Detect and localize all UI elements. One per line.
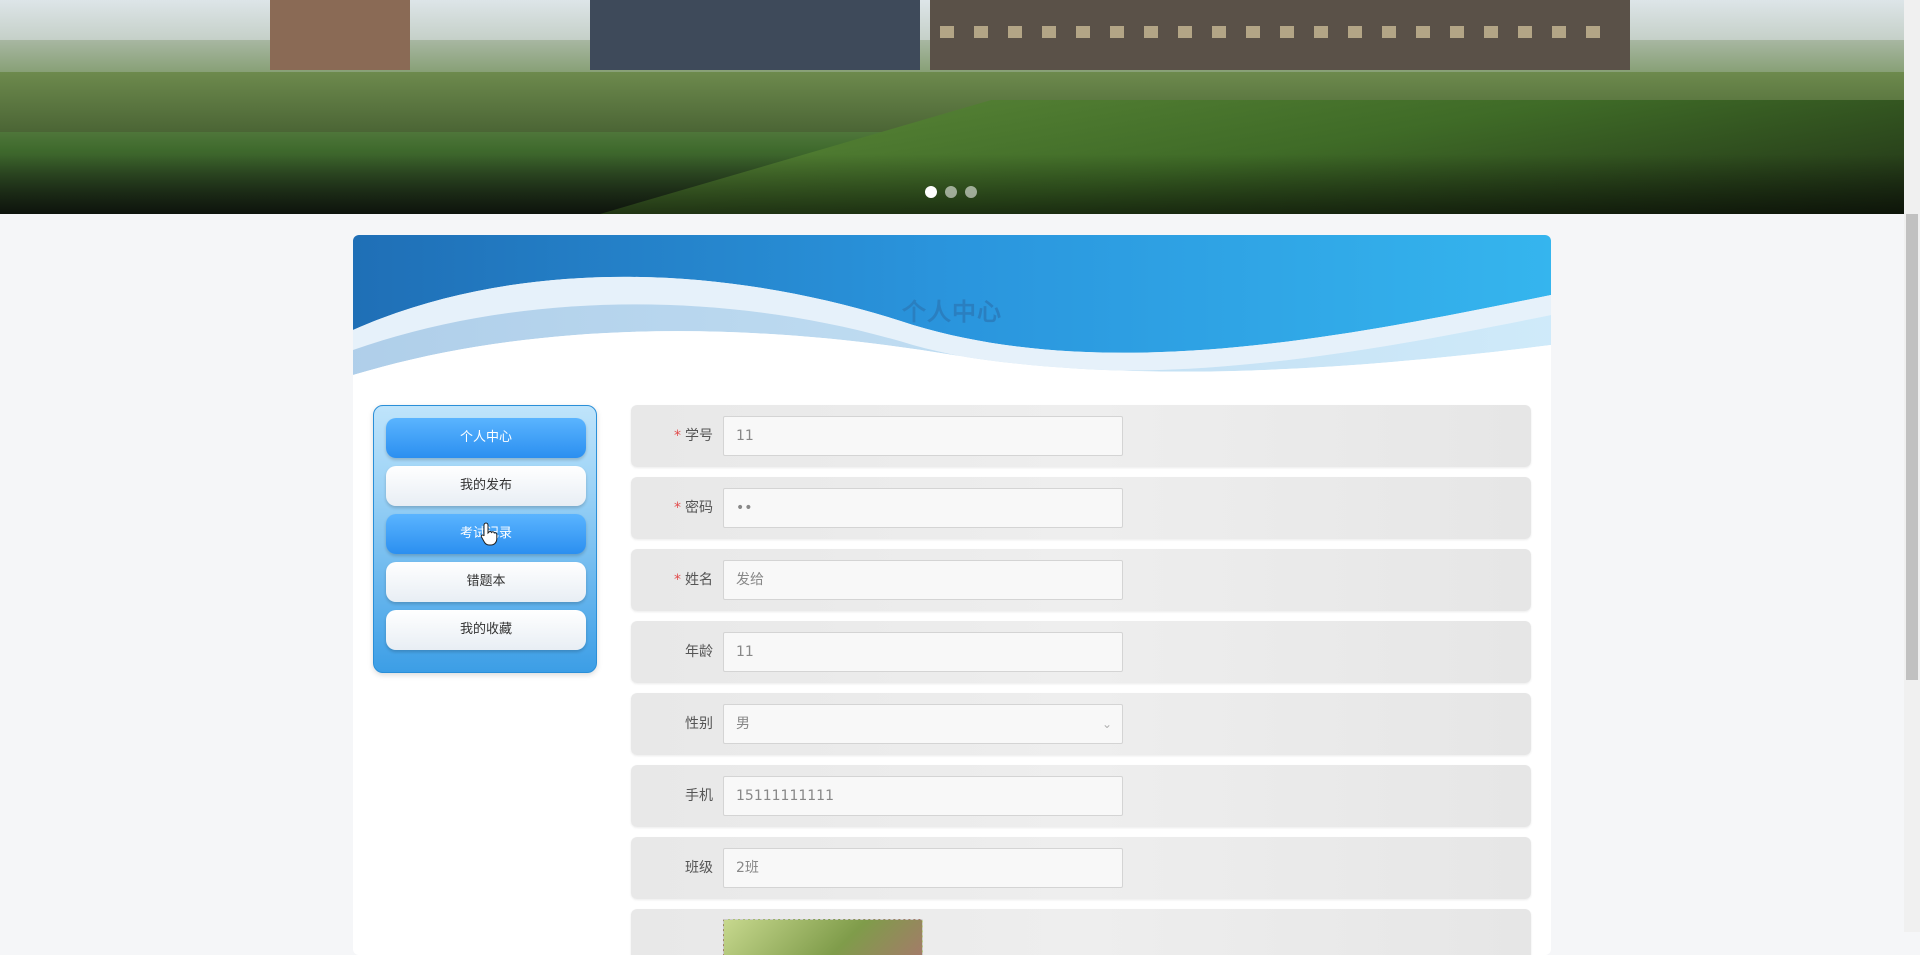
menu-item-wrong-questions[interactable]: 错题本 bbox=[386, 562, 586, 602]
menu-item-my-posts[interactable]: 我的发布 bbox=[386, 466, 586, 506]
student-id-input[interactable]: 11 bbox=[723, 416, 1123, 456]
age-input[interactable]: 11 bbox=[723, 632, 1123, 672]
age-label: 年龄 bbox=[685, 644, 713, 660]
profile-card: 个人中心 个人中心 我的发布 考试记录 错题本 我的收藏 *学号 11 *密码 … bbox=[353, 235, 1551, 955]
phone-label: 手机 bbox=[685, 788, 713, 804]
form-row-name: * 姓名 发给 bbox=[631, 549, 1531, 611]
menu-item-favorites[interactable]: 我的收藏 bbox=[386, 610, 586, 650]
form-row-avatar bbox=[631, 909, 1531, 955]
page-title: 个人中心 bbox=[902, 298, 1002, 326]
carousel-dot-3[interactable] bbox=[965, 186, 977, 198]
name-input[interactable]: 发给 bbox=[723, 560, 1123, 600]
form-row-phone: 手机 15111111111 bbox=[631, 765, 1531, 827]
avatar-image[interactable] bbox=[723, 919, 923, 955]
class-input[interactable]: 2班 bbox=[723, 848, 1123, 888]
name-label: * 姓名 bbox=[674, 572, 713, 588]
gender-select[interactable]: 男 ⌄ bbox=[723, 704, 1123, 744]
student-id-label: * 学号 bbox=[674, 428, 713, 444]
banner-carousel[interactable] bbox=[0, 0, 1904, 214]
password-label: * 密码 bbox=[674, 500, 713, 516]
banner-windows bbox=[940, 26, 1620, 38]
gender-selected-value: 男 bbox=[736, 716, 750, 732]
password-input[interactable]: •• bbox=[723, 488, 1123, 528]
class-label: 班级 bbox=[685, 860, 713, 876]
banner-shade bbox=[0, 154, 1904, 214]
form-row-age: 年龄 11 bbox=[631, 621, 1531, 683]
required-mark: * bbox=[674, 428, 681, 444]
form-row-class: 班级 2班 bbox=[631, 837, 1531, 899]
carousel-dot-2[interactable] bbox=[945, 186, 957, 198]
carousel-indicators bbox=[925, 186, 977, 198]
required-mark: * bbox=[674, 500, 681, 516]
menu-item-profile[interactable]: 个人中心 bbox=[386, 418, 586, 458]
carousel-dot-1[interactable] bbox=[925, 186, 937, 198]
chevron-down-icon: ⌄ bbox=[1101, 717, 1112, 731]
mouse-pointer-icon bbox=[480, 522, 498, 546]
form-row-password: * 密码 •• bbox=[631, 477, 1531, 539]
banner-building bbox=[590, 0, 920, 70]
scrollbar-thumb[interactable] bbox=[1906, 214, 1918, 680]
page-scrollbar[interactable] bbox=[1904, 0, 1920, 932]
phone-input[interactable]: 15111111111 bbox=[723, 776, 1123, 816]
banner-building bbox=[270, 0, 410, 70]
form-row-student-id: * 学号 11 bbox=[631, 405, 1531, 467]
required-mark: * bbox=[674, 572, 681, 588]
gender-label: 性别 bbox=[685, 716, 713, 732]
form-row-gender: 性别 男 ⌄ bbox=[631, 693, 1531, 755]
